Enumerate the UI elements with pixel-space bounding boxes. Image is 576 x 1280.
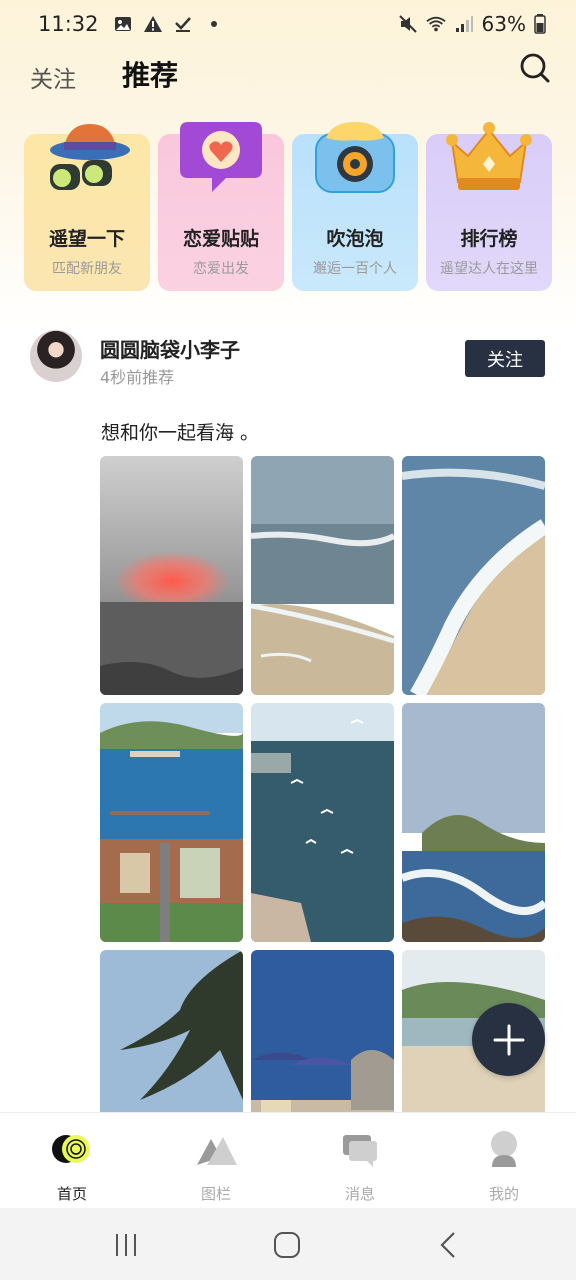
photo-waves[interactable] [251, 456, 394, 695]
download-done-icon [174, 17, 191, 32]
nav-label: 首页 [56, 1185, 87, 1203]
tab-recommend-label: 推荐 [122, 59, 179, 92]
message-icon [343, 1135, 377, 1167]
photo-sunset[interactable] [100, 456, 243, 695]
home-icon [52, 1135, 90, 1163]
card-subtitle: 恋爱出发 [193, 261, 249, 277]
card-love[interactable]: 恋爱贴贴 恋爱出发 [158, 122, 284, 291]
card-title: 排行榜 [460, 228, 518, 250]
feature-cards: 遥望一下 匹配新朋友 恋爱贴贴 恋爱出发 吹泡泡 邂逅一百个人 排行榜 遥望达人… [24, 122, 552, 292]
tab-recommend[interactable]: 推荐 [122, 54, 179, 94]
system-nav-bar [0, 1208, 576, 1280]
nav-label: 图栏 [200, 1185, 231, 1203]
tab-follow[interactable]: 关注 [30, 60, 76, 94]
card-subtitle: 匹配新朋友 [52, 261, 122, 277]
card-title: 吹泡泡 [326, 228, 384, 250]
nav-home[interactable]: 首页 [0, 1113, 144, 1209]
card-title: 恋爱贴贴 [182, 228, 259, 250]
battery-icon [534, 14, 546, 34]
plus-icon [493, 1024, 524, 1055]
wifi-icon [425, 16, 446, 32]
post-time: 4秒前推荐 [100, 368, 175, 387]
create-post-button[interactable] [472, 1003, 545, 1076]
warning-icon [143, 16, 162, 32]
photo-bay-city[interactable] [100, 703, 243, 942]
more-notifications-dot-icon [210, 21, 217, 27]
nav-label: 消息 [344, 1185, 375, 1203]
status-bar: 11:32 63% [0, 0, 576, 48]
bottom-nav: 首页 图栏 消息 我的 [0, 1112, 576, 1208]
post-header: 圆圆脑袋小李子 4秒前推荐 关注 [30, 330, 550, 387]
search-icon [520, 53, 550, 83]
card-match[interactable]: 遥望一下 匹配新朋友 [24, 124, 150, 291]
nav-messages[interactable]: 消息 [288, 1113, 432, 1209]
battery-level: 63% [481, 12, 526, 36]
crown-icon [446, 122, 532, 190]
mute-icon [398, 15, 417, 33]
photo-shore[interactable] [402, 456, 545, 695]
gallery-icon [197, 1137, 237, 1165]
card-ranking[interactable]: 排行榜 遥望达人在这里 [426, 122, 552, 291]
follow-button[interactable]: 关注 [465, 340, 545, 377]
card-bubble[interactable]: 吹泡泡 邂逅一百个人 [292, 122, 418, 291]
signal-icon [455, 16, 473, 32]
recent-apps-icon[interactable] [111, 1230, 141, 1260]
heart-bubble-icon [180, 122, 262, 192]
gallery-notification-icon [114, 17, 131, 31]
card-subtitle: 遥望达人在这里 [440, 261, 538, 277]
profile-icon [491, 1131, 517, 1167]
nav-profile[interactable]: 我的 [432, 1113, 576, 1209]
card-subtitle: 邂逅一百个人 [313, 261, 397, 277]
post-text: 想和你一起看海 。 [101, 422, 260, 444]
home-button-icon[interactable] [272, 1230, 302, 1260]
card-title: 遥望一下 [48, 228, 125, 250]
post-username[interactable]: 圆圆脑袋小李子 [100, 334, 240, 363]
photo-seagulls[interactable] [251, 703, 394, 942]
hat-binoculars-icon [50, 124, 130, 190]
back-icon[interactable] [434, 1230, 464, 1260]
status-time: 11:32 [38, 12, 99, 36]
photo-coast-rocks[interactable] [402, 703, 545, 942]
nav-label: 我的 [488, 1185, 519, 1203]
avatar[interactable] [30, 330, 82, 382]
search-button[interactable] [518, 50, 552, 86]
photo-grid [100, 456, 545, 1189]
nav-gallery[interactable]: 图栏 [144, 1113, 288, 1209]
camera-icon [315, 122, 395, 193]
top-tabs: 关注 推荐 [0, 50, 576, 100]
